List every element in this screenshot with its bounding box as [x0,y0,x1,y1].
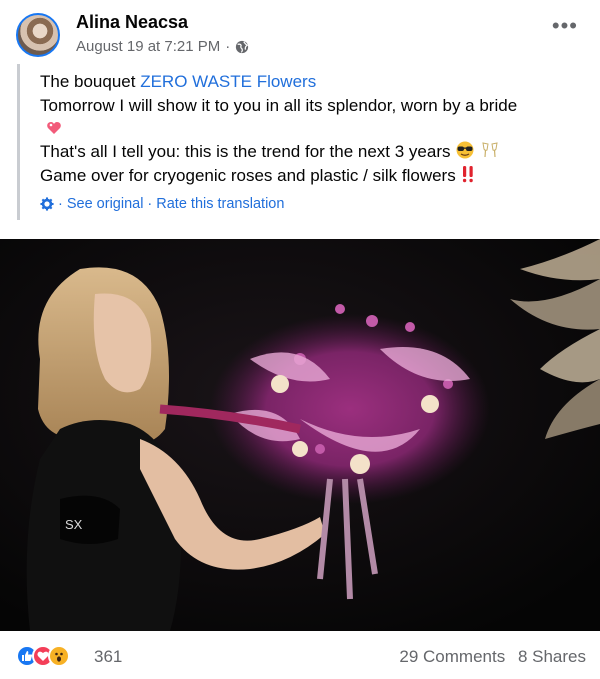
text-line-1-prefix: The bouquet [40,72,141,91]
shares-count[interactable]: 8 Shares [518,647,586,666]
engagement-stats: 29 Comments 8 Shares [391,647,586,667]
comments-count[interactable]: 29 Comments [399,647,505,666]
heart-emoji-line [40,117,585,140]
champagne-glasses-icon [482,142,498,158]
double-exclamation-icon [463,165,474,182]
zero-waste-link[interactable]: ZERO WASTE Flowers [140,72,316,91]
post-meta: August 19 at 7:21 PM · [76,38,249,55]
translation-bar: · See original · Rate this translation [40,196,284,212]
post-header: Alina Neacsa August 19 at 7:21 PM · ••• [0,0,600,64]
post-photo[interactable]: SX [0,239,600,631]
wow-icon [48,645,70,667]
text-line-3: That's all I tell you: this is the trend… [40,140,585,164]
translation-separator-1: · [58,196,63,212]
engagement-bar: 361 29 Comments 8 Shares [0,631,600,679]
text-line-4: Game over for cryogenic roses and plasti… [40,164,585,188]
author-name[interactable]: Alina Neacsa [76,12,188,33]
post-timestamp[interactable]: August 19 at 7:21 PM [76,38,220,55]
translation-separator-2: · [147,196,153,212]
sparkling-heart-icon [47,122,61,134]
author-avatar[interactable] [16,13,60,57]
text-line-2: Tomorrow I will show it to you in all it… [40,95,518,115]
meta-separator: · [225,38,231,55]
see-original-link[interactable]: See original [67,196,144,212]
shirt-print: SX [65,517,83,532]
sunglasses-emoji-icon [456,141,474,159]
more-options-button[interactable]: ••• [552,15,578,37]
bride-bouquet-photo: SX [0,239,600,631]
text-line-4-content: Game over for cryogenic roses and plasti… [40,165,456,185]
translation-quote-bar [17,64,20,220]
text-line-3-content: That's all I tell you: this is the trend… [40,142,451,161]
rate-translation-link[interactable]: Rate this translation [156,196,284,212]
text-line-1: The bouquet ZERO WASTE Flowers [40,70,585,94]
reaction-count[interactable]: 361 [94,647,122,667]
gear-icon[interactable] [40,197,54,211]
globe-icon[interactable] [235,40,249,54]
post-text: The bouquet ZERO WASTE Flowers Tomorrow … [40,70,585,187]
reaction-icons[interactable] [16,645,70,667]
